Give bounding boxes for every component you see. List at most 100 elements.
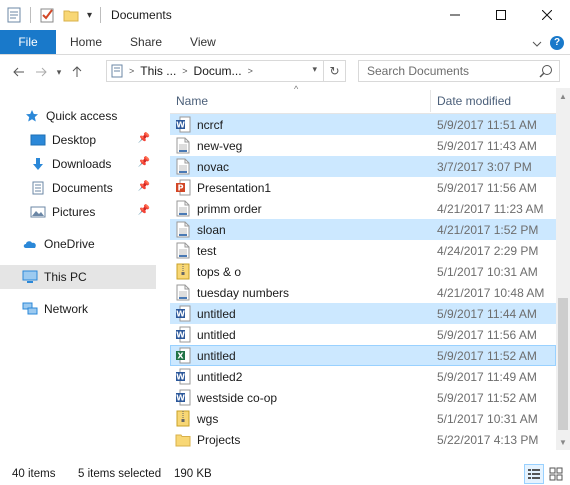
svg-text:X: X	[177, 352, 184, 361]
column-header-date[interactable]: Date modified	[437, 94, 511, 108]
close-button[interactable]	[524, 0, 570, 30]
file-date: 5/9/2017 11:56 AM	[437, 328, 537, 342]
nav-item-this-pc[interactable]: This PC	[0, 265, 156, 289]
refresh-button[interactable]: ↻	[323, 61, 345, 81]
properties-icon[interactable]	[6, 7, 22, 23]
expand-ribbon-icon[interactable]	[532, 36, 542, 50]
nav-item-desktop[interactable]: Desktop 📌	[0, 128, 156, 152]
back-button[interactable]	[8, 61, 30, 83]
forward-button[interactable]	[30, 61, 52, 83]
file-icon	[175, 158, 191, 175]
document-icon	[30, 180, 46, 196]
checklist-icon[interactable]	[39, 7, 55, 23]
new-folder-icon[interactable]	[63, 7, 79, 23]
nav-item-pictures[interactable]: Pictures 📌	[0, 200, 156, 224]
nav-item-quick-access[interactable]: Quick access	[0, 104, 156, 128]
zip-icon	[175, 410, 191, 427]
file-row[interactable]: Projects 5/22/2017 4:13 PM	[170, 429, 556, 450]
file-name: untitled2	[197, 370, 243, 384]
file-rows: Wncrcf 5/9/2017 11:51 AM new-veg 5/9/2017 1…	[170, 114, 556, 450]
sort-arrow-icon: ^	[294, 84, 299, 94]
nav-item-network[interactable]: Network	[0, 297, 156, 321]
up-button[interactable]	[66, 61, 88, 83]
pin-icon: 📌	[137, 157, 150, 168]
file-row[interactable]: P Presentation1 5/9/2017 11:56 AM	[170, 177, 556, 198]
address-bar[interactable]: > This ... > Docum... > ▾ ↻	[106, 60, 346, 82]
file-date: 5/1/2017 10:31 AM	[437, 265, 538, 279]
file-date: 4/21/2017 11:23 AM	[437, 202, 544, 216]
word-icon: W	[175, 116, 191, 133]
tab-home[interactable]: Home	[56, 30, 116, 54]
file-name: Projects	[197, 433, 241, 447]
tab-file[interactable]: File	[0, 30, 56, 54]
column-header-name[interactable]: Name	[176, 94, 208, 108]
file-name: westside co-op	[197, 391, 278, 405]
file-date: 3/7/2017 3:07 PM	[437, 160, 532, 174]
tab-view[interactable]: View	[176, 30, 230, 54]
file-name: tops & o	[197, 265, 242, 279]
large-icons-view-button[interactable]	[546, 464, 566, 484]
file-row[interactable]: Wncrcf 5/9/2017 11:51 AM	[170, 114, 556, 135]
file-row[interactable]: tops & o 5/1/2017 10:31 AM	[170, 261, 556, 282]
vertical-scrollbar[interactable]: ▲ ▼	[556, 88, 570, 450]
file-icon	[175, 284, 191, 301]
scroll-up-icon[interactable]: ▲	[556, 88, 570, 104]
maximize-button[interactable]	[478, 0, 524, 30]
nav-item-documents[interactable]: Documents 📌	[0, 176, 156, 200]
recent-locations-icon[interactable]: ▾	[52, 61, 66, 83]
file-date: 5/9/2017 11:44 AM	[437, 307, 537, 321]
file-row[interactable]: novac 3/7/2017 3:07 PM	[170, 156, 556, 177]
nav-item-downloads[interactable]: Downloads 📌	[0, 152, 156, 176]
word-icon: W	[175, 368, 191, 385]
scrollbar-thumb[interactable]	[558, 298, 568, 430]
desktop-icon	[30, 132, 46, 148]
excel-icon: X	[175, 347, 191, 364]
column-header-row: ^ Name Date modified	[170, 84, 556, 114]
search-icon[interactable]	[539, 64, 553, 81]
nav-item-onedrive[interactable]: OneDrive	[0, 232, 156, 256]
pin-icon: 📌	[137, 181, 150, 192]
word-icon: W	[175, 305, 191, 322]
nav-item-label: Pictures	[52, 205, 96, 219]
breadcrumb-this-pc[interactable]: This ...	[140, 64, 176, 78]
file-name: primm order	[197, 202, 262, 216]
file-row[interactable]: Wuntitled 5/9/2017 11:44 AM	[170, 303, 556, 324]
quick-access-toolbar: ▾	[6, 7, 109, 23]
address-dropdown-icon[interactable]: ▾	[312, 64, 317, 75]
svg-text:W: W	[176, 310, 185, 319]
file-row[interactable]: new-veg 5/9/2017 11:43 AM	[170, 135, 556, 156]
status-bar: 40 items 5 items selected 190 KB	[0, 462, 570, 485]
column-divider[interactable]	[430, 90, 431, 112]
help-icon[interactable]: ?	[550, 35, 564, 50]
view-switcher	[524, 464, 566, 484]
computer-icon	[22, 269, 38, 285]
file-row[interactable]: sloan 4/21/2017 1:52 PM	[170, 219, 556, 240]
file-row[interactable]: Wwestside co-op 5/9/2017 11:52 AM	[170, 387, 556, 408]
file-row[interactable]: tuesday numbers 4/21/2017 10:48 AM	[170, 282, 556, 303]
breadcrumb-documents[interactable]: Docum...	[194, 64, 242, 78]
qat-dropdown-icon[interactable]: ▾	[87, 10, 92, 21]
file-name: sloan	[197, 223, 226, 237]
powerpoint-icon: P	[175, 179, 191, 196]
tab-share[interactable]: Share	[116, 30, 176, 54]
search-box[interactable]: Search Documents	[358, 60, 560, 82]
minimize-button[interactable]	[432, 0, 478, 30]
window-controls	[432, 0, 570, 30]
title-separator	[100, 7, 102, 23]
cloud-icon	[22, 236, 38, 252]
file-row[interactable]: wgs 5/1/2017 10:31 AM	[170, 408, 556, 429]
file-row[interactable]: Xuntitled 5/9/2017 11:52 AM	[170, 345, 556, 366]
file-date: 5/22/2017 4:13 PM	[437, 433, 539, 447]
file-name: ncrcf	[197, 118, 224, 132]
file-row[interactable]: test 4/24/2017 2:29 PM	[170, 240, 556, 261]
details-view-button[interactable]	[524, 464, 544, 484]
scroll-down-icon[interactable]: ▼	[556, 434, 570, 450]
file-row[interactable]: Wuntitled2 5/9/2017 11:49 AM	[170, 366, 556, 387]
pin-icon: 📌	[137, 133, 150, 144]
svg-text:W: W	[176, 394, 185, 403]
file-list: ^ Name Date modified Wncrcf 5/9/2017 11:5…	[170, 84, 556, 450]
file-icon	[175, 242, 191, 259]
ribbon-tabs: File Home Share View ?	[0, 30, 570, 55]
file-row[interactable]: Wuntitled 5/9/2017 11:56 AM	[170, 324, 556, 345]
file-row[interactable]: primm order 4/21/2017 11:23 AM	[170, 198, 556, 219]
